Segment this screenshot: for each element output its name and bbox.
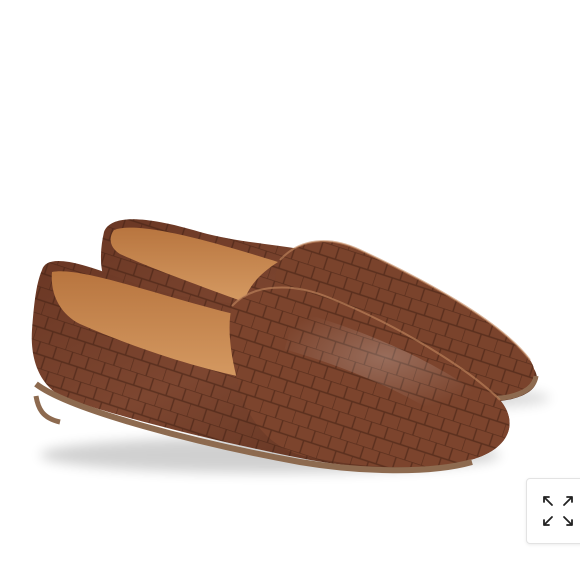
expand-button[interactable]: [526, 478, 580, 544]
expand-icon: [543, 496, 573, 526]
product-image: [0, 0, 580, 580]
